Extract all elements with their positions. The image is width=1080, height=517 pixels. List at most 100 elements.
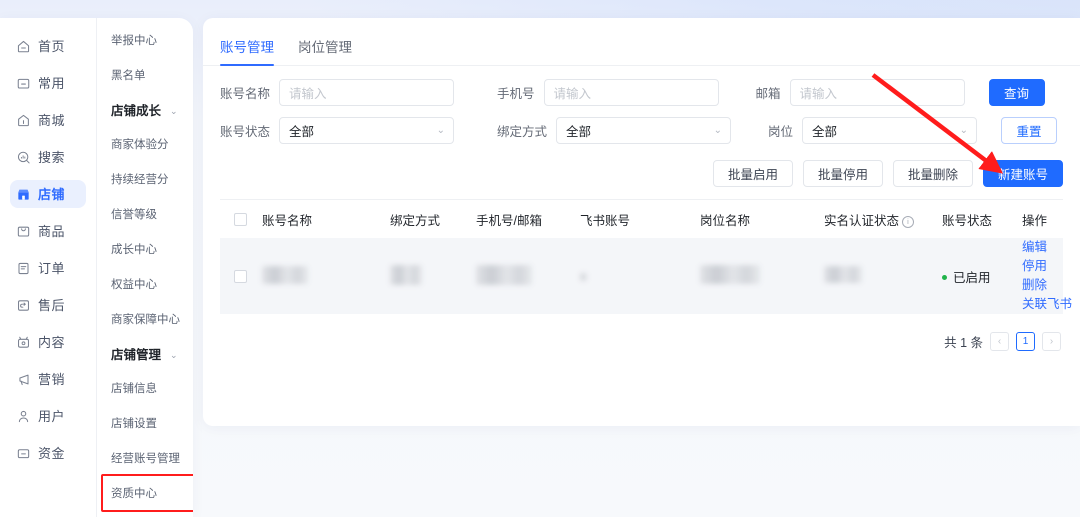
cell-account-name bbox=[262, 265, 390, 287]
main-content-card: 账号管理 岗位管理 账号名称 请输入 手机号 请输入 邮箱 请输入 查询 账号状 bbox=[203, 18, 1080, 426]
search-button[interactable]: 查询 bbox=[988, 79, 1045, 106]
subnav-item-merchant-guarantee-center[interactable]: 商家保障中心 bbox=[97, 311, 193, 329]
edit-link[interactable]: 编辑 bbox=[1022, 239, 1047, 256]
subnav-item-shop-settings[interactable]: 店铺设置 bbox=[97, 415, 193, 433]
sidebar-item-frequent[interactable]: 常用 bbox=[10, 69, 86, 97]
redacted-value bbox=[390, 264, 422, 285]
column-header-auth-label: 实名认证状态 bbox=[824, 213, 900, 228]
cell-account-status: 已启用 bbox=[942, 267, 1022, 286]
bulk-enable-button[interactable]: 批量启用 bbox=[712, 160, 793, 187]
folder-icon bbox=[16, 76, 31, 91]
pagination: 共 1 条 ‹ 1 › bbox=[203, 314, 1080, 351]
account-status-select[interactable]: 全部 ⌄ bbox=[279, 117, 455, 144]
sidebar-item-label: 首页 bbox=[38, 38, 66, 54]
search-chart-icon bbox=[16, 150, 31, 165]
filter-label: 绑定方式 bbox=[497, 125, 548, 139]
subnav-item-qualification-center[interactable]: 资质中心 bbox=[97, 485, 193, 503]
tab-account-management[interactable]: 账号管理 bbox=[220, 36, 274, 66]
sidebar-item-content[interactable]: 内容 bbox=[10, 328, 86, 356]
delete-link[interactable]: 删除 bbox=[1022, 277, 1047, 294]
sidebar-item-mall[interactable]: 商城 bbox=[10, 106, 86, 134]
bulk-delete-button[interactable]: 批量删除 bbox=[892, 160, 973, 187]
reset-button[interactable]: 重置 bbox=[1001, 117, 1058, 144]
column-header-auth-status: 实名认证状态 i bbox=[824, 210, 942, 229]
info-icon[interactable]: i bbox=[902, 215, 915, 228]
subnav-group-label: 店铺成长 bbox=[111, 104, 162, 118]
subnav-item-merchant-experience-score[interactable]: 商家体验分 bbox=[97, 136, 193, 154]
subnav-item-benefits-center[interactable]: 权益中心 bbox=[97, 276, 193, 294]
phone-input[interactable]: 请输入 bbox=[543, 79, 719, 106]
operation-links: 编辑 停用 删除 关联飞书 bbox=[1022, 239, 1072, 313]
sidebar-item-label: 搜索 bbox=[38, 149, 66, 165]
subnav-item-blacklist[interactable]: 黑名单 bbox=[97, 67, 193, 85]
bulk-disable-button[interactable]: 批量停用 bbox=[802, 160, 883, 187]
filter-label: 邮箱 bbox=[755, 87, 781, 101]
sidebar-item-home[interactable]: 首页 bbox=[10, 32, 86, 60]
column-header-account-name: 账号名称 bbox=[262, 213, 313, 228]
cell-auth-status bbox=[824, 266, 942, 286]
filter-bind-type: 绑定方式 全部 ⌄ bbox=[497, 117, 732, 144]
sidebar-item-goods[interactable]: 商品 bbox=[10, 217, 86, 245]
row-select-cell bbox=[220, 269, 262, 283]
select-all-checkbox[interactable] bbox=[234, 212, 247, 226]
next-page-button[interactable]: › bbox=[1042, 332, 1061, 351]
subnav-item-business-account-management[interactable]: 经营账号管理 bbox=[97, 450, 193, 468]
column-header-feishu-account: 飞书账号 bbox=[580, 213, 631, 228]
select-all-cell bbox=[220, 212, 262, 226]
prev-page-button[interactable]: ‹ bbox=[990, 332, 1009, 351]
sidebar-item-aftersale[interactable]: 售后 bbox=[10, 291, 86, 319]
sidebar-item-funds[interactable]: 资金 bbox=[10, 439, 86, 467]
total-count-text: 共 1 条 bbox=[944, 336, 983, 350]
subnav-item-continuous-operation-score[interactable]: 持续经营分 bbox=[97, 171, 193, 189]
filter-account-status: 账号状态 全部 ⌄ bbox=[220, 117, 455, 144]
subnav-item-growth-center[interactable]: 成长中心 bbox=[97, 241, 193, 259]
column-header-account-status: 账号状态 bbox=[942, 213, 993, 228]
subnav-item-shop-info[interactable]: 店铺信息 bbox=[97, 380, 193, 398]
subnav-item-credit-level[interactable]: 信誉等级 bbox=[97, 206, 193, 224]
sidebar-item-shop[interactable]: 店铺 bbox=[10, 180, 86, 208]
filter-label: 账号名称 bbox=[220, 87, 271, 101]
sidebar-item-user[interactable]: 用户 bbox=[10, 402, 86, 430]
sidebar-item-label: 营销 bbox=[38, 371, 66, 387]
post-select[interactable]: 全部 ⌄ bbox=[802, 117, 978, 144]
accounts-table: 账号名称 绑定方式 手机号/邮箱 飞书账号 岗位名称 实名认证状态 i 账号状态 … bbox=[220, 199, 1072, 314]
sidebar-item-order[interactable]: 订单 bbox=[10, 254, 86, 282]
subnav-group-shop-growth[interactable]: 店铺成长 ⌄ bbox=[97, 102, 193, 120]
row-checkbox[interactable] bbox=[234, 269, 247, 283]
link-feishu-link[interactable]: 关联飞书 bbox=[1022, 296, 1072, 313]
sidebar-item-label: 常用 bbox=[38, 75, 66, 91]
chevron-down-icon: ⌄ bbox=[436, 125, 446, 136]
status-badge: 已启用 bbox=[953, 270, 991, 285]
page-button-1[interactable]: 1 bbox=[1016, 332, 1035, 351]
column-header-post-name: 岗位名称 bbox=[700, 213, 751, 228]
sidebar-item-label: 订单 bbox=[38, 260, 66, 276]
bind-type-select[interactable]: 全部 ⌄ bbox=[556, 117, 732, 144]
bulk-action-bar: 批量启用 批量停用 批量删除 新建账号 bbox=[203, 155, 1080, 187]
cell-phone-email bbox=[476, 264, 580, 288]
table-row: 已启用 编辑 停用 删除 关联飞书 bbox=[220, 238, 1072, 314]
disable-link[interactable]: 停用 bbox=[1022, 258, 1047, 275]
filter-phone: 手机号 请输入 bbox=[497, 79, 719, 106]
subnav-group-label: 店铺管理 bbox=[111, 348, 162, 362]
tab-bar: 账号管理 岗位管理 bbox=[203, 18, 1080, 66]
table-header-row: 账号名称 绑定方式 手机号/邮箱 飞书账号 岗位名称 实名认证状态 i 账号状态 … bbox=[220, 200, 1063, 238]
subnav-item-report-center[interactable]: 举报中心 bbox=[97, 32, 193, 50]
column-header-operations: 操作 bbox=[1022, 213, 1048, 228]
cell-operations: 编辑 停用 删除 关联飞书 bbox=[1022, 239, 1072, 313]
subnav-group-shop-management[interactable]: 店铺管理 ⌄ bbox=[97, 346, 193, 364]
create-account-button[interactable]: 新建账号 bbox=[982, 160, 1063, 187]
refund-icon bbox=[16, 298, 31, 313]
sidebar-item-search[interactable]: 搜索 bbox=[10, 143, 86, 171]
account-name-input[interactable]: 请输入 bbox=[279, 79, 455, 106]
tab-post-management[interactable]: 岗位管理 bbox=[298, 36, 352, 65]
user-icon bbox=[16, 409, 31, 424]
cell-feishu-account bbox=[580, 269, 700, 284]
sidebar-item-marketing[interactable]: 营销 bbox=[10, 365, 86, 393]
megaphone-icon bbox=[16, 372, 31, 387]
email-input[interactable]: 请输入 bbox=[789, 79, 965, 106]
sidebar-item-label: 售后 bbox=[38, 297, 66, 313]
filter-row-2: 账号状态 全部 ⌄ 绑定方式 全部 ⌄ 岗位 全部 ⌄ 重置 bbox=[220, 117, 1063, 144]
status-dot-icon bbox=[942, 274, 947, 280]
goods-icon bbox=[16, 224, 31, 239]
sub-navigation: 举报中心 黑名单 店铺成长 ⌄ 商家体验分 持续经营分 信誉等级 成长中心 权益… bbox=[96, 18, 193, 517]
